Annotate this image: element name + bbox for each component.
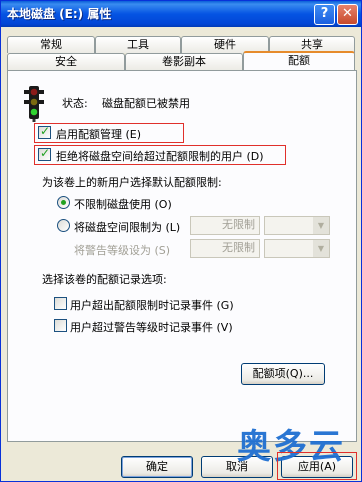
properties-window: 本地磁盘 (E:) 属性 ? ✕ 常规 工具 硬件 共享 安全 卷影副本 配额 … bbox=[0, 0, 362, 482]
log-over-warning-checkbox[interactable] bbox=[54, 319, 67, 332]
default-limit-heading: 为该卷上的新用户选择默认配额限制: bbox=[42, 176, 222, 189]
warning-level-label: 将警告等级设为 (S) bbox=[74, 244, 171, 257]
close-button[interactable]: ✕ bbox=[337, 4, 358, 25]
warning-level-field[interactable]: 无限制 bbox=[190, 239, 260, 258]
no-limit-radio[interactable] bbox=[57, 196, 70, 209]
tab-quota[interactable]: 配额 bbox=[243, 51, 355, 70]
deny-space-label[interactable]: 拒绝将磁盘空间给超过配额限制的用户 (D) bbox=[56, 148, 264, 164]
tab-row-2: 安全 卷影副本 配额 bbox=[7, 51, 357, 70]
tab-security[interactable]: 安全 bbox=[7, 53, 125, 70]
chevron-down-icon: ▼ bbox=[313, 217, 329, 234]
status-value: 磁盘配额已被禁用 bbox=[102, 97, 190, 110]
traffic-light-icon bbox=[24, 86, 44, 122]
enable-quota-label[interactable]: 启用配额管理 (E) bbox=[56, 126, 141, 142]
limit-to-radio[interactable] bbox=[57, 219, 70, 232]
no-limit-label[interactable]: 不限制磁盘使用 (O) bbox=[74, 196, 172, 212]
chevron-down-icon: ▼ bbox=[313, 240, 329, 257]
window-title: 本地磁盘 (E:) 属性 bbox=[7, 7, 112, 21]
deny-space-checkbox[interactable] bbox=[38, 146, 51, 161]
limit-to-field[interactable]: 无限制 bbox=[190, 216, 260, 235]
log-over-limit-checkbox[interactable] bbox=[54, 297, 67, 310]
enable-quota-checkbox[interactable] bbox=[38, 124, 51, 139]
limit-to-label[interactable]: 将磁盘空间限制为 (L) bbox=[74, 219, 180, 235]
log-over-limit-label[interactable]: 用户超出配额限制时记录事件 (G) bbox=[70, 297, 234, 313]
quota-entries-button[interactable]: 配额项(Q)... bbox=[241, 363, 325, 385]
close-icon: ✕ bbox=[342, 6, 353, 21]
status-label: 状态: bbox=[62, 97, 88, 110]
help-icon: ? bbox=[320, 6, 329, 21]
help-button[interactable]: ? bbox=[314, 4, 335, 25]
limit-to-unit-select[interactable]: ▼ bbox=[264, 216, 330, 235]
tab-tools[interactable]: 工具 bbox=[95, 36, 181, 53]
quota-panel: 状态: 磁盘配额已被禁用 启用配额管理 (E) 拒绝将磁盘空间给超过配额限制的用… bbox=[7, 70, 357, 442]
tab-general[interactable]: 常规 bbox=[7, 36, 95, 53]
ok-button[interactable]: 确定 bbox=[121, 456, 193, 478]
warning-unit-select[interactable]: ▼ bbox=[264, 239, 330, 258]
title-bar: 本地磁盘 (E:) 属性 bbox=[1, 1, 361, 27]
tab-shadow-copies[interactable]: 卷影副本 bbox=[125, 53, 243, 70]
log-over-warning-label[interactable]: 用户超过警告等级时记录事件 (V) bbox=[70, 319, 233, 335]
highlight-box-apply bbox=[277, 452, 357, 480]
logging-heading: 选择该卷的配额记录选项: bbox=[42, 273, 167, 286]
